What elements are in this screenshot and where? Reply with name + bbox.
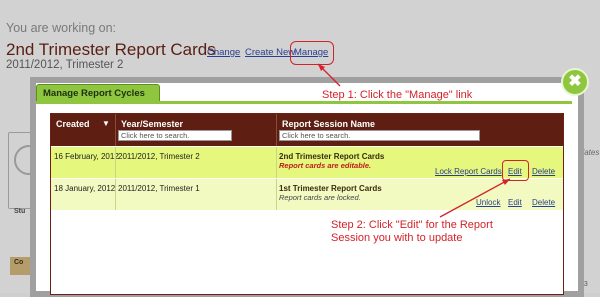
step2-arrowhead	[502, 179, 510, 185]
step2-arrow-line	[439, 178, 511, 218]
annotation-arrows	[317, 63, 511, 218]
